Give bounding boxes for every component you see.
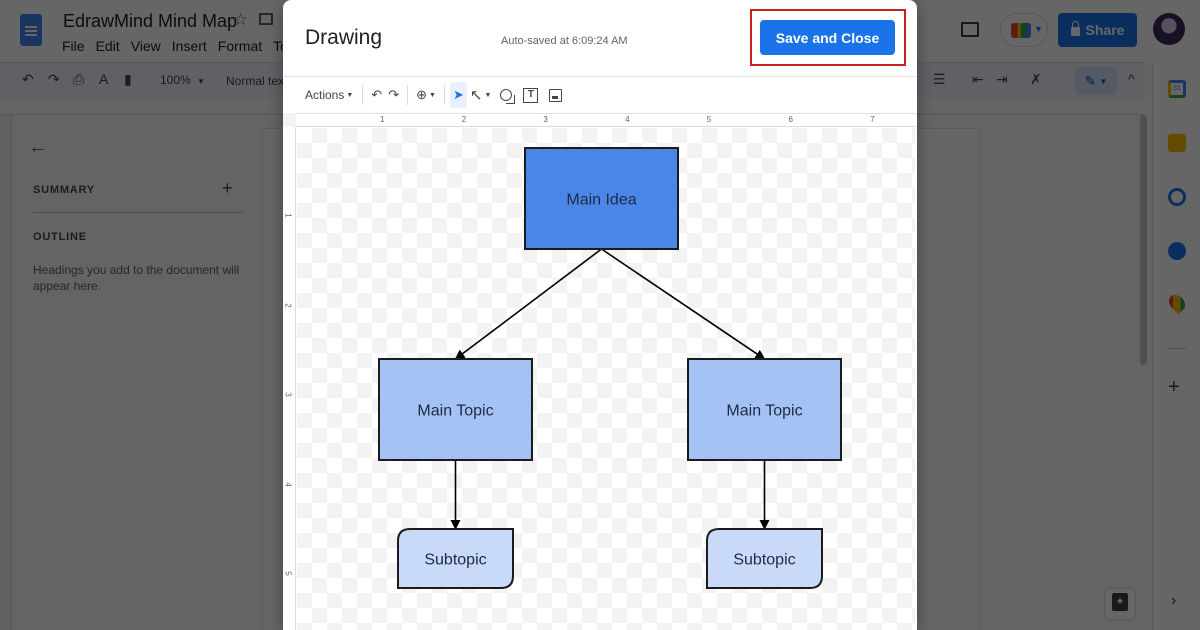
- horizontal-ruler: 1 2 3 4 5 6 7: [296, 113, 917, 127]
- zoom-icon: ⊕: [416, 87, 428, 102]
- node-main-topic-left[interactable]: Main Topic: [378, 358, 533, 461]
- diagram-svg: Main Idea Main Topic Main Topic Subtopic Sub…: [378, 147, 842, 589]
- node-subtopic-right[interactable]: Subtopic: [706, 528, 823, 589]
- toolbar-separator: [407, 85, 409, 105]
- ruler-label: 4: [283, 481, 293, 487]
- redo-icon[interactable]: ↷: [385, 82, 402, 108]
- chevron-down-icon: ▼: [346, 91, 354, 99]
- connector-arrow-main-idea-to-main-topic-left[interactable]: [454, 248, 602, 360]
- zoom-button[interactable]: ⊕ ▼: [413, 82, 439, 108]
- ruler-label: 4: [625, 115, 630, 124]
- node-main-idea[interactable]: Main Idea: [524, 147, 679, 250]
- dialog-header-divider: [283, 76, 917, 77]
- ruler-label: 5: [283, 571, 293, 576]
- image-icon: [549, 88, 563, 102]
- ruler-label: 2: [461, 115, 467, 124]
- node-label: Subtopic: [733, 552, 795, 569]
- ruler-corner: [283, 113, 296, 127]
- node-main-topic-right[interactable]: Main Topic: [687, 358, 842, 461]
- node-label: Subtopic: [424, 552, 486, 569]
- undo-icon[interactable]: ↶: [368, 82, 385, 108]
- ruler-label: 3: [283, 392, 293, 397]
- connector-arrow-main-idea-to-main-topic-right[interactable]: [601, 248, 766, 360]
- node-label: Main Idea: [566, 192, 636, 209]
- chevron-down-icon: ▼: [484, 91, 492, 99]
- dialog-title: Drawing: [305, 26, 383, 49]
- line-tool[interactable]: ↖ ▼: [467, 82, 495, 108]
- shape-icon: [500, 89, 516, 104]
- ruler-label: 5: [706, 115, 712, 124]
- node-label: Main Topic: [417, 403, 493, 420]
- drawing-toolbar: Actions ▼ ↶ ↷ ⊕ ▼ ➤ ↖ ▼ T: [299, 80, 909, 110]
- save-and-close-button[interactable]: Save and Close: [760, 20, 895, 55]
- drawing-dialog: Drawing Auto-saved at 6:09:24 AM Save an…: [283, 0, 917, 630]
- node-label: Main Topic: [726, 403, 802, 420]
- actions-label: Actions: [305, 88, 345, 102]
- shape-tool[interactable]: [494, 82, 518, 108]
- textbox-icon: T: [523, 87, 539, 103]
- vertical-ruler: 1 2 3 4 5: [283, 127, 296, 630]
- toolbar-separator: [443, 85, 445, 105]
- ruler-label: 3: [543, 115, 548, 124]
- actions-menu[interactable]: Actions ▼: [299, 82, 357, 108]
- textbox-tool[interactable]: T: [518, 82, 543, 108]
- ruler-label: 1: [380, 115, 385, 124]
- drawing-canvas[interactable]: Main Idea Main Topic Main Topic Subtopic Sub…: [297, 128, 915, 630]
- cursor-arrow-icon: ➤: [452, 87, 464, 102]
- ruler-label: 7: [870, 115, 875, 124]
- autosave-status: Auto-saved at 6:09:24 AM: [501, 35, 628, 47]
- image-tool[interactable]: [543, 82, 568, 108]
- ruler-label: 6: [788, 115, 793, 124]
- select-tool[interactable]: ➤: [449, 82, 467, 108]
- line-icon: ↖: [469, 87, 483, 104]
- toolbar-separator: [362, 85, 364, 105]
- ruler-label: 2: [283, 302, 293, 308]
- chevron-down-icon: ▼: [429, 91, 436, 99]
- node-subtopic-left[interactable]: Subtopic: [397, 528, 514, 589]
- ruler-label: 1: [283, 213, 293, 218]
